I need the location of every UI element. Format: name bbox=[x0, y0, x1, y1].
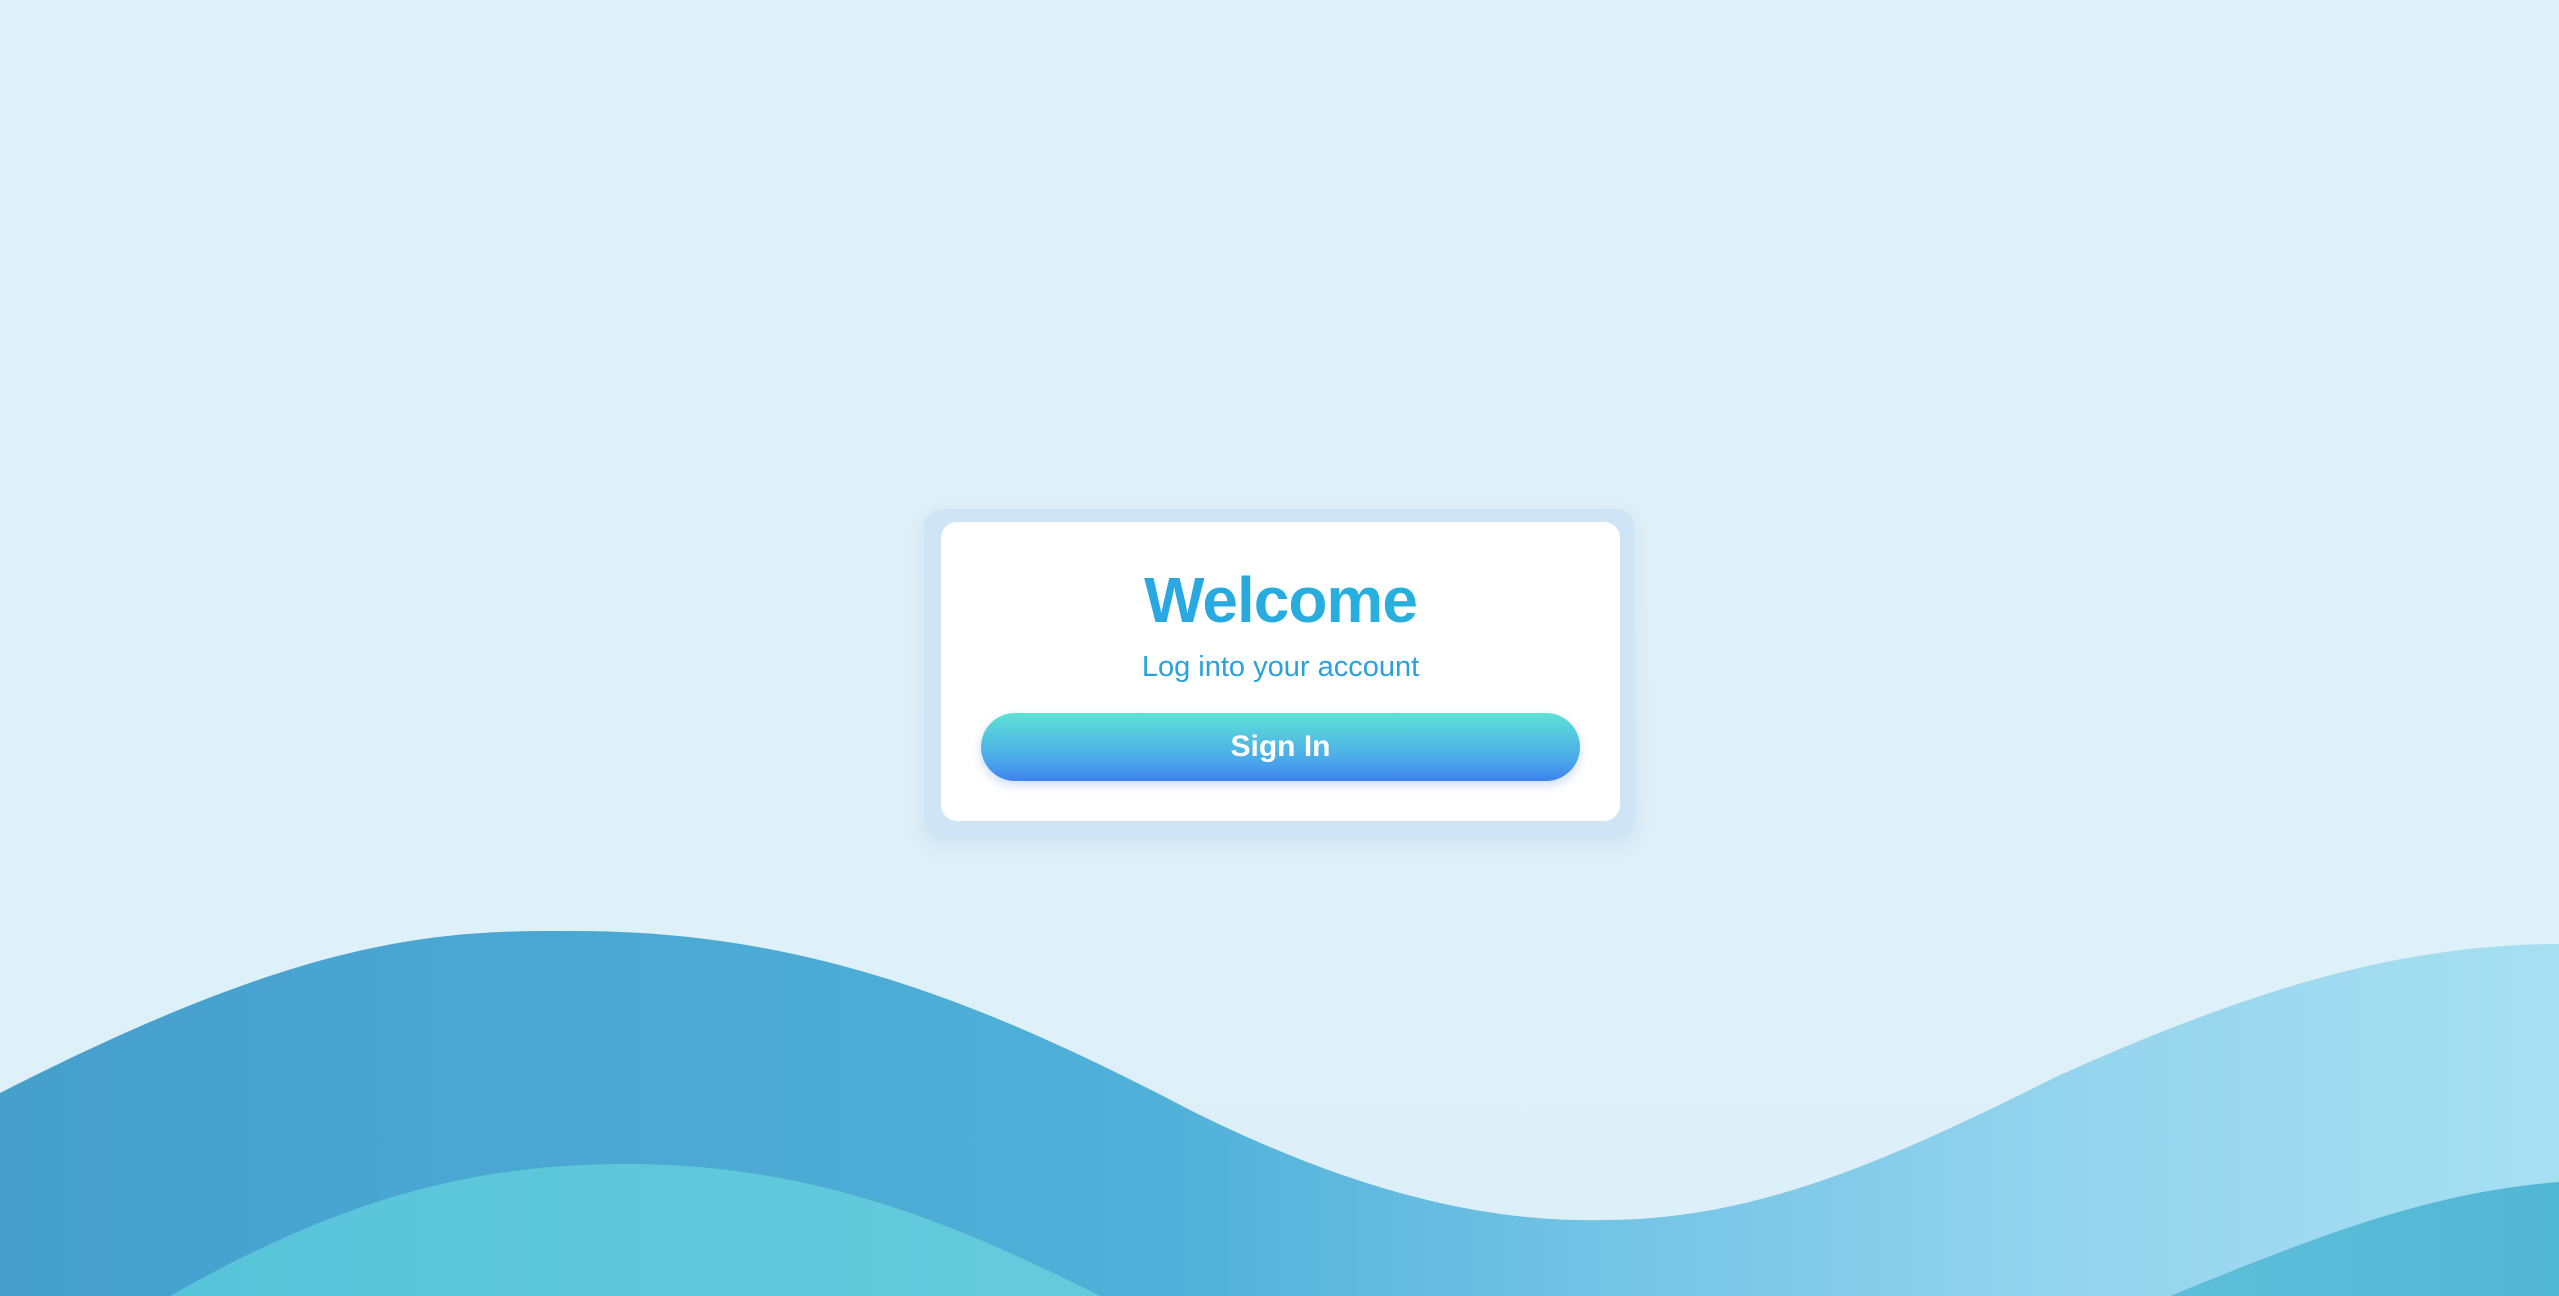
login-card: Welcome Log into your account Sign In bbox=[941, 522, 1620, 821]
login-page: Welcome Log into your account Sign In bbox=[0, 0, 2559, 1296]
welcome-title: Welcome bbox=[941, 522, 1620, 637]
sign-in-button[interactable]: Sign In bbox=[981, 713, 1580, 781]
login-subtitle: Log into your account bbox=[1141, 651, 1420, 683]
login-card-frame: Welcome Log into your account Sign In bbox=[924, 509, 1634, 837]
